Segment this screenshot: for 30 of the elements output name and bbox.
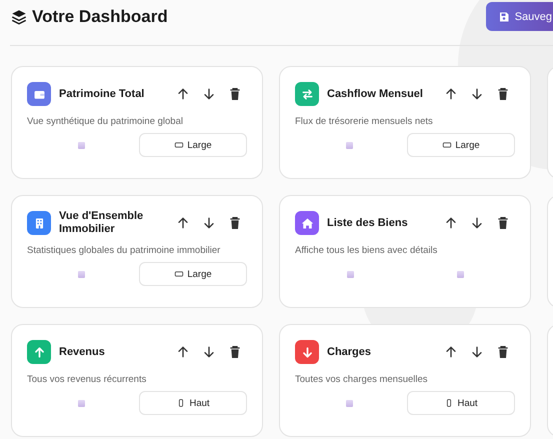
landscape-icon xyxy=(174,140,184,150)
drag-marker xyxy=(78,270,84,278)
widget-title: Patrimoine Total xyxy=(59,88,146,100)
drag-marker xyxy=(346,142,352,148)
widget-description: Flux de trésorerie mensuels nets xyxy=(295,116,434,127)
size-button[interactable]: Large xyxy=(139,133,247,157)
landscape-icon xyxy=(442,140,452,150)
size-button[interactable]: Haut xyxy=(139,391,247,415)
widget-title: Charges xyxy=(327,346,372,358)
size-button[interactable]: Haut xyxy=(407,391,515,415)
widget-description: Tous vos revenus récurrents xyxy=(27,374,148,385)
size-button[interactable]: Large xyxy=(407,133,515,157)
drag-marker xyxy=(78,142,84,148)
widget-title: Cashflow Mensuel xyxy=(327,88,424,100)
widget-description: Statistiques globales du patrimoine immobilier xyxy=(27,245,222,256)
drag-marker xyxy=(78,400,84,406)
layers-icon xyxy=(10,8,28,26)
drag-marker xyxy=(346,400,352,406)
widget-title: Liste des Biens xyxy=(327,216,409,230)
widget-description: Vue synthétique du patrimoine global xyxy=(27,116,184,127)
widget-description: Affiche tous les biens avec détails xyxy=(295,245,438,256)
widget-title: Revenus xyxy=(59,346,106,358)
save-button[interactable]: Sauveg xyxy=(486,2,553,31)
landscape-icon xyxy=(174,269,184,279)
page-title: Votre Dashboard xyxy=(32,7,168,27)
drag-marker xyxy=(456,270,464,278)
drag-marker xyxy=(346,270,354,278)
widget-title: Vue d'Ensemble Immobilier xyxy=(59,210,144,236)
size-button[interactable]: Large xyxy=(139,262,247,286)
widget-description: Toutes vos charges mensuelles xyxy=(295,374,429,385)
